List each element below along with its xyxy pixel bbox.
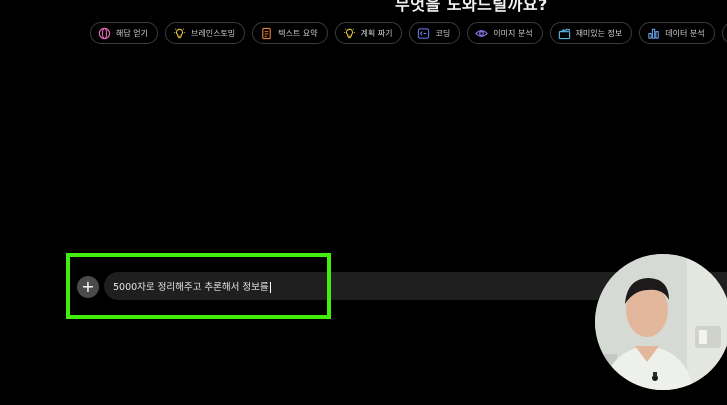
message-input-value: 5000자로 정리해주고 추론해서 정보를 <box>113 282 269 293</box>
eye-icon <box>475 27 489 40</box>
chip-data-analysis[interactable]: 데이터 분석 <box>639 22 715 44</box>
chip-brainstorming[interactable]: 브레인스토밍 <box>164 22 246 44</box>
chip-label: 데이터 분석 <box>665 28 705 38</box>
lightbulb-icon <box>173 27 186 40</box>
chip-summarize-text[interactable]: 텍스트 요약 <box>252 22 328 44</box>
document-icon <box>260 27 273 40</box>
text-caret <box>269 282 271 293</box>
chip-label: 텍스트 요약 <box>278 28 318 38</box>
chip-label: 계획 짜기 <box>360 28 393 38</box>
clapperboard-icon <box>558 27 571 40</box>
chip-fun-facts[interactable]: 재미있는 정보 <box>549 22 633 44</box>
code-icon <box>417 27 430 40</box>
webcam-overlay <box>595 254 727 390</box>
suggestion-chips: 해답 얻기 브레인스토밍 텍스트 요약 계획 짜기 코딩 이미지 분석 재미있는… <box>90 22 727 44</box>
lightbulb-icon <box>343 27 356 40</box>
plus-icon: + <box>81 277 95 296</box>
chip-write[interactable] <box>721 22 727 44</box>
chip-make-plan[interactable]: 계획 짜기 <box>334 22 403 44</box>
chip-get-answers[interactable]: 해답 얻기 <box>90 22 158 44</box>
chip-label: 재미있는 정보 <box>575 28 623 38</box>
message-input[interactable]: 5000자로 정리해주고 추론해서 정보를 <box>113 279 271 293</box>
chat-screen: 무엇을 도와드릴까요? 해답 얻기 브레인스토밍 텍스트 요약 계획 짜기 코딩… <box>0 0 727 405</box>
chip-label: 해답 얻기 <box>116 28 148 38</box>
globe-icon <box>98 27 111 40</box>
chip-label: 브레인스토밍 <box>190 28 236 38</box>
chip-label: 이미지 분석 <box>493 28 533 38</box>
chip-image-analysis[interactable]: 이미지 분석 <box>467 22 543 44</box>
chip-coding[interactable]: 코딩 <box>409 22 461 44</box>
bar-chart-icon <box>647 27 660 40</box>
page-heading: 무엇을 도와드릴까요? <box>395 0 548 14</box>
add-attachment-button[interactable]: + <box>77 276 99 298</box>
chip-label: 코딩 <box>435 28 451 38</box>
